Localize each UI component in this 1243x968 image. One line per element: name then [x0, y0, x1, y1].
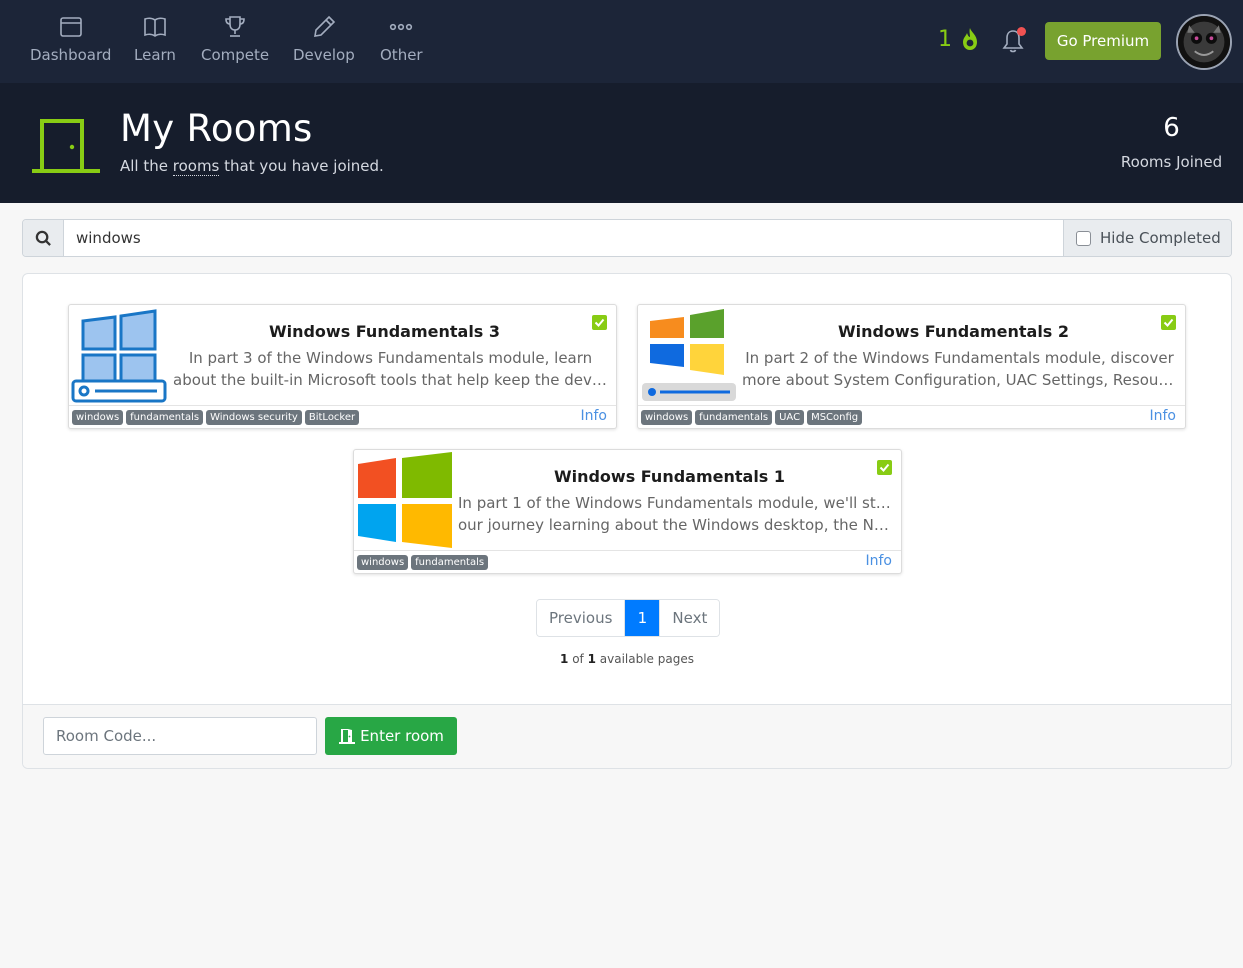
room-tag[interactable]: MSConfig — [807, 410, 863, 425]
rooms-joined-count: 6 — [1163, 113, 1180, 143]
page-count-info: 1 of 1 available pages — [23, 652, 1231, 666]
room-code-footer: Enter room — [23, 704, 1231, 768]
rooms-joined-label: Rooms Joined — [1120, 153, 1223, 171]
previous-page-button[interactable]: Previous — [537, 600, 625, 636]
nav-label-learn: Learn — [134, 46, 176, 64]
room-tags: windows fundamentals — [357, 555, 489, 570]
nav-label-other: Other — [380, 46, 423, 64]
streak-count: 1 — [938, 26, 952, 52]
room-info-link[interactable]: Info — [1150, 408, 1177, 424]
go-premium-button[interactable]: Go Premium — [1045, 22, 1161, 60]
rooms-tooltip-link[interactable]: rooms — [172, 157, 220, 176]
subtitle-text-start: All the — [120, 157, 173, 175]
nav-item-compete[interactable]: Compete — [201, 14, 269, 70]
room-card-windows-fundamentals-2[interactable]: Windows Fundamentals 2 In part 2 of the … — [637, 304, 1186, 429]
search-icon — [35, 230, 51, 246]
room-tag[interactable]: windows — [357, 555, 409, 570]
completed-check-icon — [592, 315, 607, 330]
streak-counter[interactable]: 1 — [938, 26, 982, 52]
room-tag[interactable]: fundamentals — [126, 410, 204, 425]
windows-settings-icon — [642, 309, 736, 401]
notification-dot — [1017, 27, 1026, 36]
room-description-line: In part 3 of the Windows Fundamentals mo… — [188, 349, 593, 367]
card-divider — [638, 405, 1185, 406]
room-tags: windows fundamentals Windows security Bi… — [72, 410, 360, 425]
book-icon — [144, 17, 166, 37]
room-tag[interactable]: BitLocker — [304, 410, 360, 425]
room-tag[interactable]: windows — [641, 410, 693, 425]
pagination: Previous 1 Next — [536, 599, 721, 637]
room-tag[interactable]: windows — [72, 410, 124, 425]
search-button[interactable] — [23, 220, 64, 256]
flame-icon — [963, 28, 977, 50]
avatar-image — [1178, 16, 1230, 68]
page-title: My Rooms — [120, 107, 313, 150]
door-open-icon — [339, 729, 356, 744]
nav-item-dashboard[interactable]: Dashboard — [30, 14, 111, 70]
room-description-line: In part 2 of the Windows Fundamentals mo… — [745, 349, 1174, 367]
page-of-text: of — [568, 652, 588, 666]
page-1-button[interactable]: 1 — [624, 600, 660, 636]
room-tag[interactable]: UAC — [775, 410, 805, 425]
pencil-icon — [313, 15, 336, 37]
nav-label-compete: Compete — [201, 46, 270, 64]
more-dots-icon — [390, 23, 413, 31]
hide-completed-checkbox[interactable] — [1076, 230, 1091, 246]
page-subtitle: All the rooms that you have joined. — [120, 157, 384, 176]
room-description: In part 1 of the Windows Fundamentals mo… — [458, 492, 893, 536]
hide-completed-toggle[interactable]: Hide Completed — [1063, 220, 1231, 256]
room-title: Windows Fundamentals 3 — [268, 322, 501, 341]
dashboard-icon — [59, 17, 82, 37]
room-description-line: In part 1 of the Windows Fundamentals mo… — [458, 494, 893, 512]
room-tag[interactable]: fundamentals — [411, 555, 489, 570]
top-navbar: Dashboard Learn Compete Develop Other 1 … — [0, 0, 1243, 83]
nav-label-develop: Develop — [293, 46, 355, 64]
total-pages-number: 1 — [587, 652, 596, 666]
next-page-button[interactable]: Next — [659, 600, 720, 636]
room-tag[interactable]: Windows security — [206, 410, 302, 425]
room-description-line: our journey learning about the Windows d… — [458, 516, 893, 534]
user-avatar[interactable] — [1176, 14, 1232, 70]
room-tags: windows fundamentals UAC MSConfig — [641, 410, 863, 425]
room-title: Windows Fundamentals 2 — [837, 322, 1070, 341]
nav-label-dashboard: Dashboard — [30, 46, 112, 64]
room-info-link[interactable]: Info — [581, 408, 608, 424]
room-code-input[interactable] — [43, 717, 317, 755]
card-divider — [69, 405, 616, 406]
room-description: In part 3 of the Windows Fundamentals mo… — [173, 347, 608, 391]
enter-room-label: Enter room — [360, 727, 444, 745]
search-input[interactable] — [64, 220, 1063, 256]
page-header: My Rooms All the rooms that you have joi… — [0, 83, 1243, 203]
windows-logo-icon — [358, 452, 452, 548]
door-icon — [32, 119, 100, 173]
rooms-panel: Windows Fundamentals 3 In part 3 of the … — [22, 273, 1232, 769]
room-tag[interactable]: fundamentals — [695, 410, 773, 425]
room-title: Windows Fundamentals 1 — [553, 467, 786, 486]
enter-room-button[interactable]: Enter room — [325, 717, 457, 755]
card-divider — [354, 550, 901, 551]
available-pages-text: available pages — [595, 652, 694, 666]
room-description-line: more about System Configuration, UAC Set… — [742, 371, 1177, 389]
room-card-windows-fundamentals-3[interactable]: Windows Fundamentals 3 In part 3 of the … — [68, 304, 617, 429]
completed-check-icon — [1161, 315, 1176, 330]
trophy-icon — [225, 16, 245, 37]
room-description-line: about the built-in Microsoft tools that … — [173, 371, 608, 389]
nav-item-develop[interactable]: Develop — [293, 14, 355, 70]
hide-completed-label: Hide Completed — [1100, 229, 1221, 247]
subtitle-text-end: that you have joined. — [219, 157, 384, 175]
completed-check-icon — [877, 460, 892, 475]
room-card-windows-fundamentals-1[interactable]: Windows Fundamentals 1 In part 1 of the … — [353, 449, 902, 574]
nav-item-learn[interactable]: Learn — [134, 14, 176, 70]
nav-item-other[interactable]: Other — [380, 14, 423, 70]
room-info-link[interactable]: Info — [866, 553, 893, 569]
search-bar: Hide Completed — [22, 219, 1232, 257]
room-description: In part 2 of the Windows Fundamentals mo… — [742, 347, 1177, 391]
windows-server-icon — [71, 309, 167, 403]
notifications-bell[interactable] — [1001, 27, 1026, 54]
